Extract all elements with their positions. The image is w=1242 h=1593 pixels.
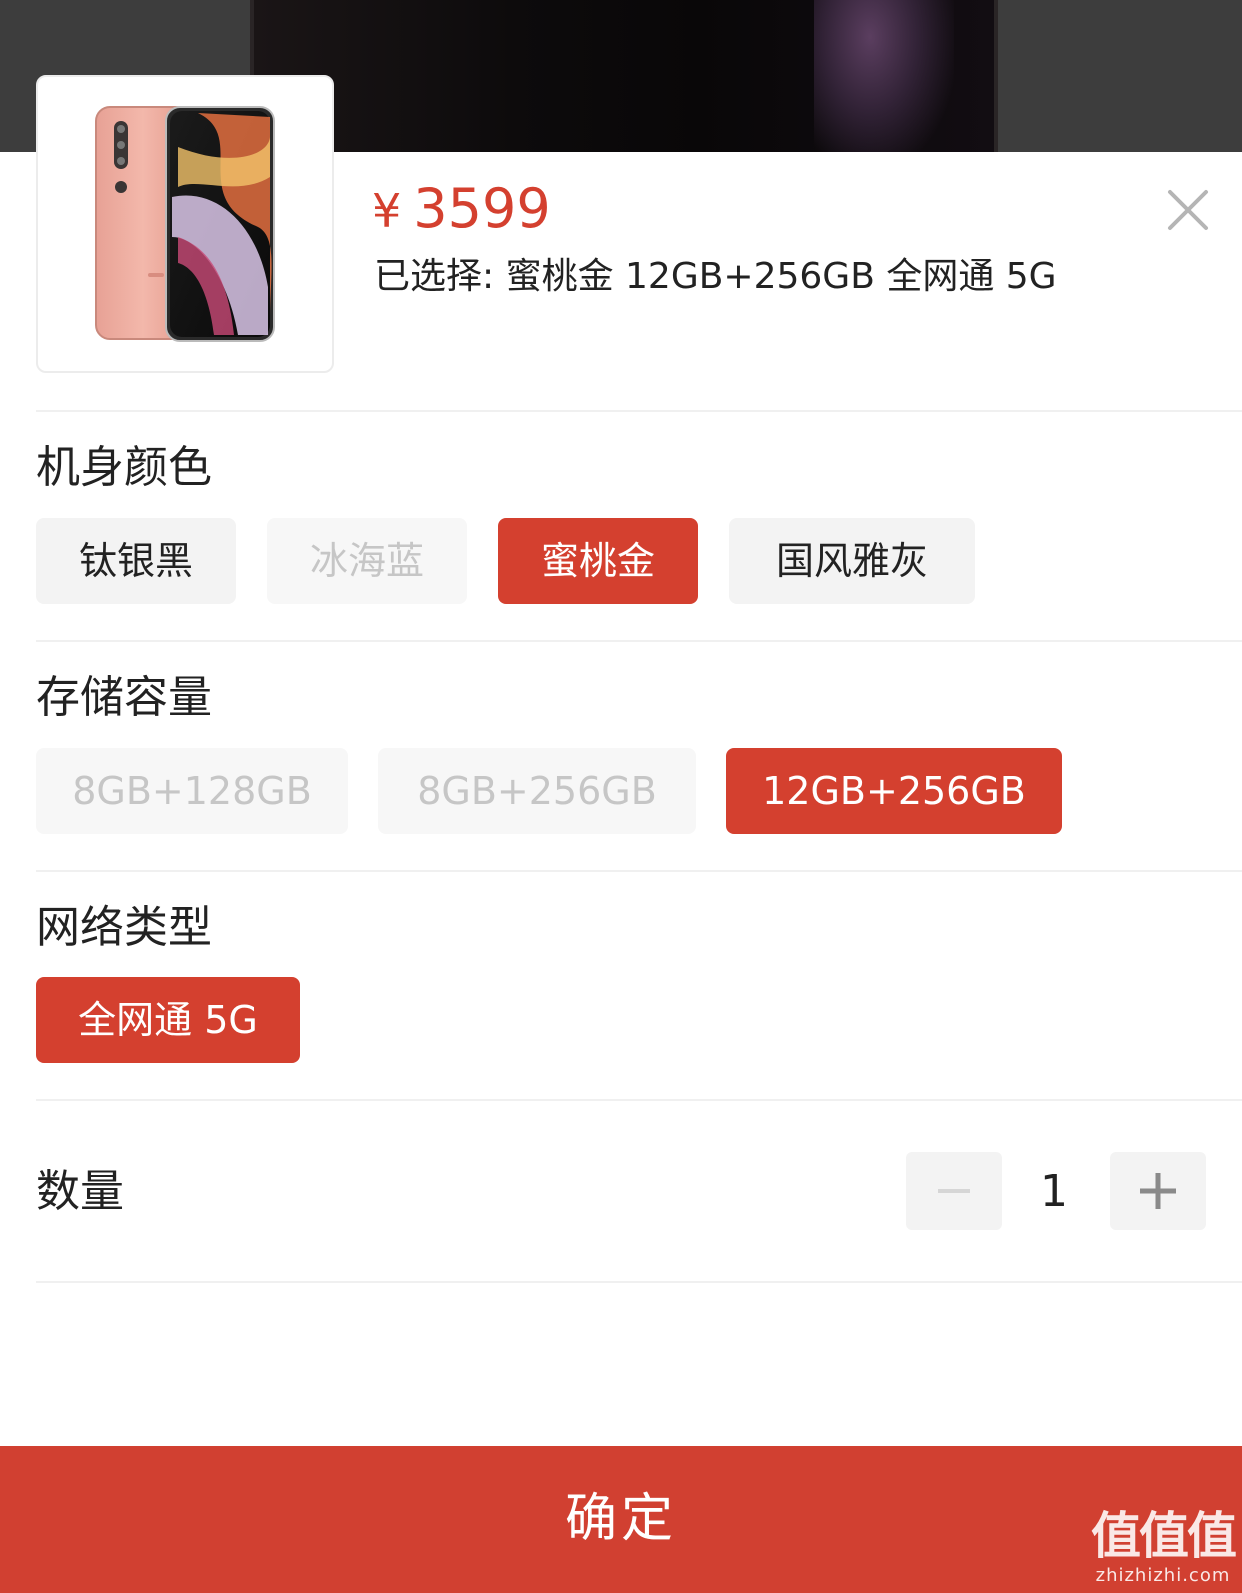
option-color-2[interactable]: 蜜桃金 [498,518,698,604]
price-value: 3599 [413,177,551,240]
option-storage-2[interactable]: 12GB+256GB [726,748,1062,834]
product-image [95,106,275,342]
product-price: ¥3599 [372,176,551,244]
plus-icon [1140,1173,1176,1209]
quantity-label: 数量 [36,1166,124,1217]
option-network-0[interactable]: 全网通 5G [36,977,300,1063]
section-title-network: 网络类型 [36,902,212,953]
close-icon [1168,190,1208,230]
confirm-button[interactable]: 确定 [0,1446,1242,1593]
watermark-logo: 值值值 [1091,1507,1237,1565]
section-title-storage: 存储容量 [36,672,212,723]
option-color-1[interactable]: 冰海蓝 [267,518,467,604]
section-title-color: 机身颜色 [36,442,212,493]
selected-summary: 已选择: 蜜桃金 12GB+256GB 全网通 5G [374,256,1057,297]
close-button[interactable] [1160,182,1216,238]
quantity-increase-button[interactable] [1110,1152,1206,1230]
backdrop-product-image [250,0,998,152]
product-thumbnail [36,75,334,373]
divider [36,1281,1242,1283]
option-storage-0[interactable]: 8GB+128GB [36,748,348,834]
option-color-0[interactable]: 钛银黑 [36,518,236,604]
quantity-decrease-button[interactable] [906,1152,1002,1230]
option-storage-1[interactable]: 8GB+256GB [378,748,696,834]
minus-icon [938,1189,970,1193]
watermark: 值值值 zhizhizhi.com [1088,1508,1238,1588]
watermark-url: zhizhizhi.com [1095,1565,1231,1586]
divider [36,640,1242,642]
divider [36,870,1242,872]
quantity-value[interactable]: 1 [1002,1162,1106,1222]
currency-symbol: ¥ [372,184,402,238]
option-color-3[interactable]: 国风雅灰 [729,518,975,604]
divider [36,1099,1242,1101]
divider [36,410,1242,412]
